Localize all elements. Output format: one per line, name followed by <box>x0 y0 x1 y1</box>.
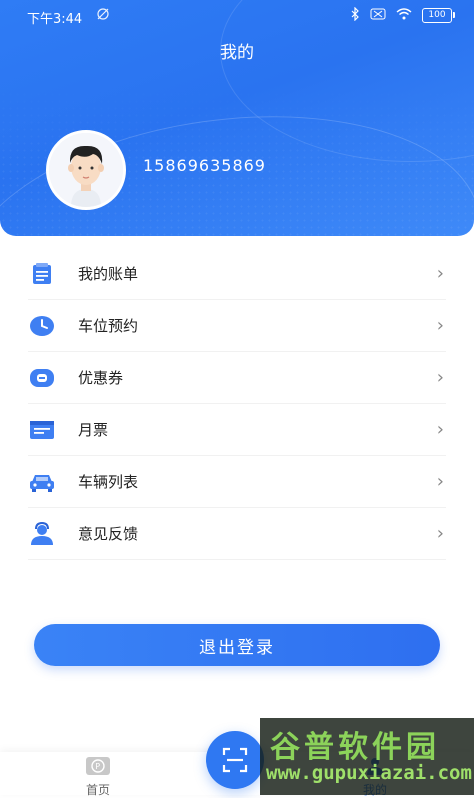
do-not-disturb-icon <box>96 7 110 24</box>
sim-icon <box>370 8 386 23</box>
chevron-right-icon: › <box>436 471 444 492</box>
feedback-icon <box>28 520 56 548</box>
menu-item-parking-reservation[interactable]: 车位预约 › <box>28 300 446 352</box>
monthly-ticket-icon <box>28 416 56 444</box>
bill-icon <box>28 260 56 288</box>
wifi-icon <box>396 8 412 23</box>
profile-header: 下午3:44 100 我的 15869635869 <box>0 0 474 236</box>
menu-item-label: 意见反馈 <box>78 525 139 543</box>
menu-list: 我的账单 › 车位预约 › 优惠券 › 月票 › 车辆列表 › 意见反馈 › <box>28 248 446 560</box>
svg-text:P: P <box>95 762 100 771</box>
page-title: 我的 <box>220 43 254 63</box>
menu-item-label: 优惠券 <box>78 369 124 387</box>
menu-item-label: 车辆列表 <box>78 473 139 491</box>
menu-item-feedback[interactable]: 意见反馈 › <box>28 508 446 560</box>
menu-item-label: 月票 <box>78 421 109 439</box>
watermark: 谷普软件园 www.gupuxiazai.com <box>260 718 474 795</box>
clock-icon <box>28 312 56 340</box>
chevron-right-icon: › <box>436 523 444 544</box>
coupon-icon <box>28 364 56 392</box>
user-avatar-icon <box>49 133 123 207</box>
watermark-url: www.gupuxiazai.com <box>266 762 472 784</box>
menu-item-coupons[interactable]: 优惠券 › <box>28 352 446 404</box>
chevron-right-icon: › <box>436 367 444 388</box>
status-icons: 100 <box>350 6 455 24</box>
menu-item-vehicle-list[interactable]: 车辆列表 › <box>28 456 446 508</box>
watermark-brand: 谷普软件园 <box>270 730 440 765</box>
car-icon <box>28 468 56 496</box>
logout-button[interactable]: 退出登录 <box>34 624 440 666</box>
chevron-right-icon: › <box>436 419 444 440</box>
chevron-right-icon: › <box>436 263 444 284</box>
scan-button[interactable] <box>206 731 264 789</box>
menu-item-my-bills[interactable]: 我的账单 › <box>28 248 446 300</box>
parking-icon: P <box>53 756 143 779</box>
scan-icon <box>222 747 248 773</box>
status-time: 下午3:44 <box>27 12 83 27</box>
bluetooth-icon <box>350 6 360 24</box>
menu-item-monthly-ticket[interactable]: 月票 › <box>28 404 446 456</box>
user-phone-number: 15869635869 <box>143 156 266 175</box>
chevron-right-icon: › <box>436 315 444 336</box>
menu-item-label: 车位预约 <box>78 317 139 335</box>
status-bar: 下午3:44 100 <box>0 0 474 30</box>
battery-icon: 100 <box>422 8 455 23</box>
avatar[interactable] <box>46 130 126 210</box>
tab-home[interactable]: P 首页 <box>53 756 143 798</box>
menu-item-label: 我的账单 <box>78 265 139 283</box>
